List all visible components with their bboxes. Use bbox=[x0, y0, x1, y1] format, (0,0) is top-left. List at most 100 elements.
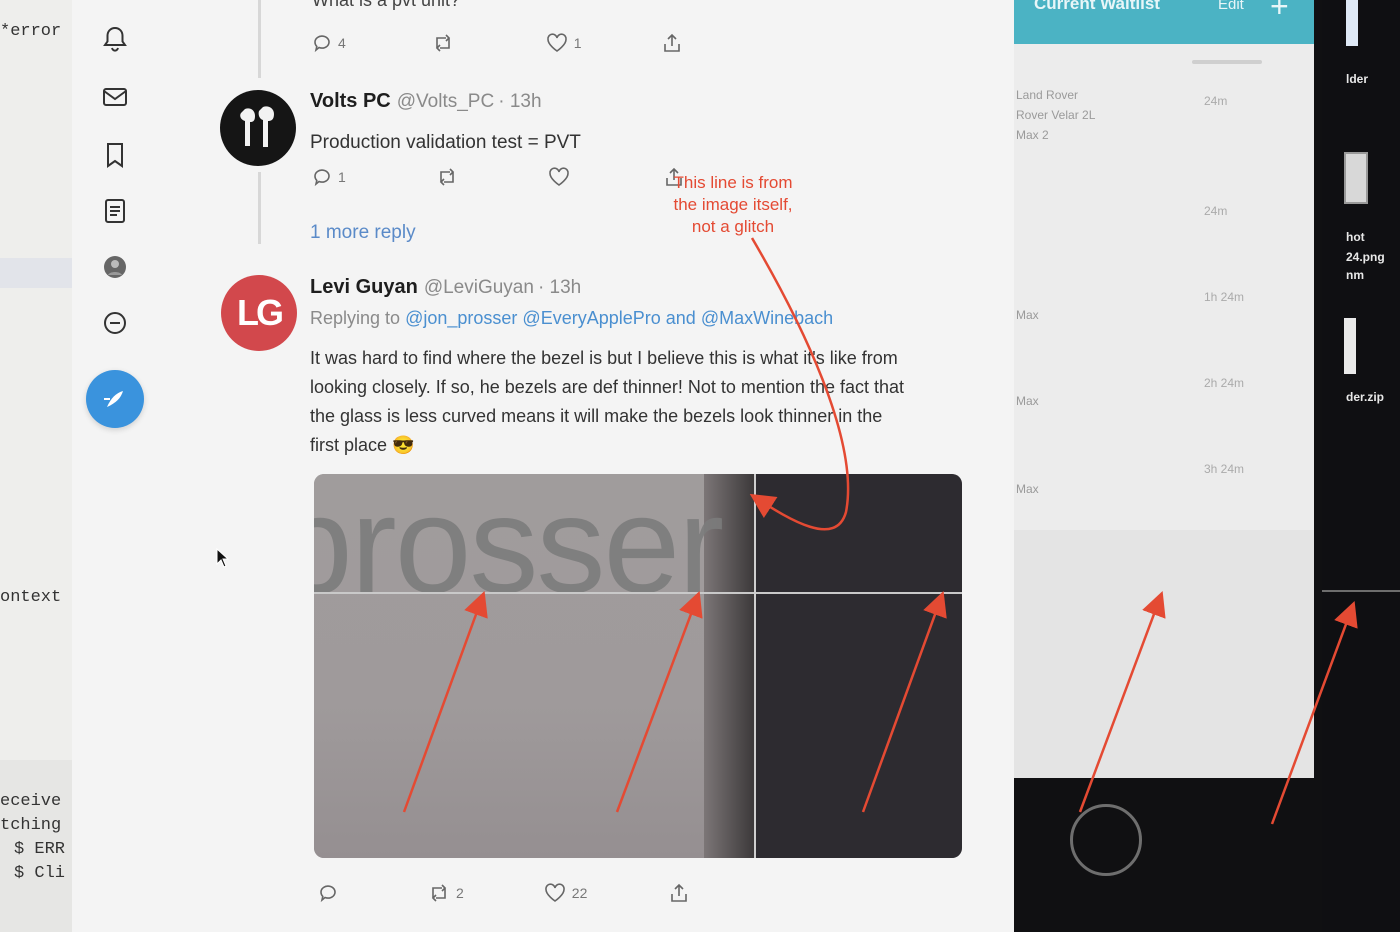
more-replies-link[interactable]: 1 more reply bbox=[310, 222, 416, 244]
avatar-initials: LG bbox=[237, 292, 284, 333]
phone-home-button[interactable] bbox=[1070, 804, 1142, 876]
annotation-line: This line is from bbox=[673, 173, 793, 192]
terminal-selection-band bbox=[0, 258, 78, 288]
retweet-icon bbox=[431, 884, 447, 902]
retweet-button[interactable]: 2 bbox=[428, 883, 464, 903]
mouse-cursor-icon bbox=[216, 548, 230, 568]
mention-link[interactable]: @MaxWinebach bbox=[701, 308, 833, 328]
heart-icon bbox=[546, 33, 567, 52]
share-icon bbox=[671, 883, 688, 902]
phone-screen: Current Waitlist Edit + Land Rover Rover… bbox=[1014, 0, 1324, 932]
row-time: 3h 24m bbox=[1204, 462, 1245, 476]
desktop-file-label[interactable]: hot bbox=[1346, 230, 1365, 244]
desktop-file-label[interactable]: 24.png bbox=[1346, 250, 1385, 264]
terminal-line: *error bbox=[0, 22, 62, 41]
retweet-icon bbox=[435, 34, 450, 52]
waitlist: Land Rover Rover Velar 2L Max 2 24m 24m … bbox=[1014, 44, 1314, 778]
heart-icon bbox=[544, 883, 565, 902]
mention-link[interactable]: @jon_prosser bbox=[405, 308, 517, 328]
zip-file-icon[interactable] bbox=[1344, 318, 1356, 374]
thread-connector bbox=[258, 172, 261, 244]
row-time: 24m bbox=[1204, 94, 1228, 108]
desktop-file-label[interactable]: nm bbox=[1346, 268, 1364, 282]
tweet-text: Production validation test = PVT bbox=[310, 132, 581, 153]
terminal-line: eceive bbox=[0, 792, 62, 811]
reply-button[interactable]: 4 bbox=[312, 33, 346, 53]
phone-header-title: Current Waitlist bbox=[1034, 0, 1160, 13]
terminal-window: *error ontext eceive tching $ ERR $ Cli bbox=[0, 0, 78, 932]
share-button[interactable] bbox=[669, 882, 689, 904]
media-horizontal-line bbox=[314, 592, 962, 594]
tweet-text-line: It was hard to find where the bezel is b… bbox=[310, 348, 898, 368]
compose-tweet-button[interactable] bbox=[86, 370, 144, 428]
tweet-text: What is a pvt unit? bbox=[312, 0, 461, 10]
envelope-icon[interactable] bbox=[100, 82, 130, 112]
phone-header: Current Waitlist Edit + bbox=[1014, 0, 1314, 44]
like-button[interactable]: 22 bbox=[544, 883, 588, 903]
reply-icon bbox=[314, 35, 330, 53]
tweet-text-line: the glass is less curved means it will m… bbox=[310, 406, 883, 426]
desktop-horizontal-line bbox=[1322, 590, 1400, 592]
mention-link[interactable]: @EveryApplePro bbox=[522, 308, 660, 328]
image-file-icon[interactable] bbox=[1344, 152, 1368, 204]
waitlist-empty-area bbox=[1014, 530, 1314, 778]
like-count: 1 bbox=[573, 35, 582, 51]
tweet-actions: 1 bbox=[312, 166, 684, 188]
tweet-media-image[interactable]: prosser bbox=[314, 474, 962, 858]
terminal-line: ontext bbox=[0, 588, 62, 607]
like-button[interactable]: 1 bbox=[546, 33, 582, 53]
avatar-icon[interactable] bbox=[100, 252, 130, 282]
phone-edit-button[interactable]: Edit bbox=[1218, 0, 1244, 13]
desktop-file-label[interactable]: lder bbox=[1346, 72, 1368, 86]
retweet-button[interactable] bbox=[432, 33, 460, 53]
author-handle[interactable]: @Volts_PC bbox=[397, 91, 494, 112]
more-circle-icon[interactable] bbox=[100, 308, 130, 338]
retweet-icon bbox=[439, 168, 454, 186]
author-name[interactable]: Levi Guyan bbox=[310, 276, 418, 298]
reply-count: 4 bbox=[338, 35, 346, 51]
annotation-note: This line is from the image itself, not … bbox=[662, 172, 804, 238]
desktop-strip: lder hot 24.png nm der.zip bbox=[1322, 0, 1400, 932]
list-icon[interactable] bbox=[100, 196, 130, 226]
share-button[interactable] bbox=[662, 32, 682, 54]
feather-compose-icon bbox=[104, 391, 123, 407]
tweet-time: · 13h bbox=[537, 277, 582, 298]
row-title: Max bbox=[1016, 482, 1039, 496]
share-icon bbox=[663, 33, 680, 52]
desktop-file-label[interactable]: der.zip bbox=[1346, 390, 1384, 404]
retweet-count: 2 bbox=[456, 885, 464, 901]
reply-button[interactable] bbox=[318, 883, 344, 903]
row-time: 1h 24m bbox=[1204, 290, 1245, 304]
annotation-line: not a glitch bbox=[691, 217, 775, 236]
tweet-header: Levi Guyan @LeviGuyan · 13h bbox=[310, 276, 581, 299]
tweet-time: · 13h bbox=[498, 91, 542, 112]
phone-add-button[interactable]: + bbox=[1270, 0, 1289, 25]
row-title: Max bbox=[1016, 394, 1039, 408]
tweet-header: Volts PC @Volts_PC · 13h bbox=[310, 90, 542, 113]
row-subtitle: Rover Velar 2L bbox=[1016, 108, 1096, 122]
bell-icon[interactable] bbox=[100, 24, 130, 54]
author-handle[interactable]: @LeviGuyan bbox=[424, 277, 534, 298]
terminal-line: $ ERR bbox=[14, 840, 66, 859]
like-count: 22 bbox=[571, 885, 588, 901]
media-vertical-line bbox=[754, 474, 756, 858]
reply-icon bbox=[320, 885, 336, 903]
tweet-text-line: first place 😎 bbox=[310, 435, 415, 455]
tweet-text: It was hard to find where the bezel is b… bbox=[310, 344, 904, 460]
bookmark-icon[interactable] bbox=[100, 140, 130, 170]
like-button[interactable] bbox=[548, 167, 576, 187]
author-name[interactable]: Volts PC bbox=[310, 90, 391, 112]
heart-icon bbox=[548, 167, 569, 186]
retweet-button[interactable] bbox=[436, 167, 464, 187]
drag-handle[interactable] bbox=[1192, 60, 1262, 64]
annotation-line: the image itself, bbox=[673, 195, 793, 214]
avatar[interactable] bbox=[220, 90, 296, 166]
media-dark-region bbox=[754, 474, 962, 858]
reply-button[interactable]: 1 bbox=[312, 167, 346, 187]
row-extra: Max 2 bbox=[1016, 128, 1049, 142]
row-title: Land Rover bbox=[1016, 88, 1079, 102]
media-caption-word: prosser bbox=[314, 474, 724, 622]
tweet-text-line: looking closely. If so, he bezels are de… bbox=[310, 377, 904, 397]
avatar[interactable]: LG bbox=[221, 275, 297, 351]
folder-icon[interactable] bbox=[1346, 0, 1358, 46]
